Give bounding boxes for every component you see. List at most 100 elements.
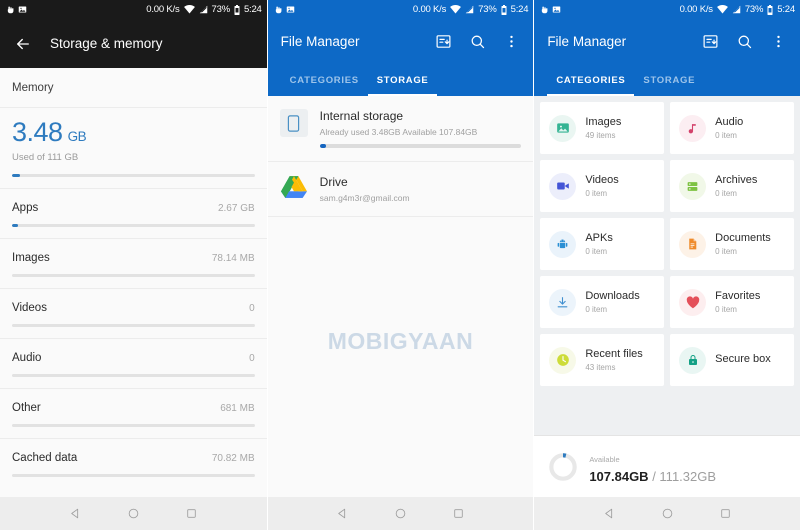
category-card-documents[interactable]: Documents 0 item — [670, 218, 794, 270]
storage-row-label: Videos — [12, 302, 47, 314]
category-card-videos[interactable]: Videos 0 item — [540, 160, 665, 212]
touch-icon — [273, 5, 282, 14]
category-label: Downloads — [585, 289, 640, 302]
transfer-icon[interactable] — [702, 33, 719, 50]
panel1-app-bar: Storage & memory — [0, 19, 267, 68]
category-card-images[interactable]: Images 49 items — [540, 102, 665, 154]
tab-storage[interactable]: STORAGE — [634, 64, 704, 96]
available-separator: / — [648, 469, 660, 484]
storage-row-value: 0 — [249, 353, 255, 364]
storage-row-label: Audio — [12, 352, 42, 364]
category-label: Secure box — [715, 353, 771, 366]
back-triangle-icon[interactable] — [603, 507, 616, 520]
category-count: 43 items — [585, 363, 616, 373]
home-circle-icon[interactable] — [127, 507, 140, 520]
memory-summary: 3.48 GB Used of 111 GB — [0, 108, 267, 188]
google-drive-icon-wrap — [280, 175, 308, 203]
phone-storage-icon — [279, 109, 308, 137]
wifi-icon — [183, 5, 195, 14]
clock: 5:24 — [510, 4, 529, 15]
clock: 5:24 — [243, 4, 262, 15]
storage-row-top: Audio 0 — [12, 352, 255, 364]
category-card-secure-box[interactable]: Secure box — [670, 334, 794, 386]
storage-category-row[interactable]: Apps 2.67 GB — [0, 188, 267, 238]
memory-used-unit: GB — [67, 129, 87, 144]
search-icon[interactable] — [736, 33, 753, 50]
storage-row-progress — [12, 274, 255, 277]
storage-device-row[interactable]: Drive sam.g4m3r@gmail.com — [267, 162, 534, 217]
storage-row-progress-fill — [12, 224, 18, 227]
download-icon — [549, 288, 577, 316]
overflow-menu-icon[interactable] — [770, 33, 787, 50]
panel3-content: Images 49 items Audio 0 item Videos 0 item Arc… — [534, 96, 800, 530]
tab-categories[interactable]: CATEGORIES — [547, 64, 635, 96]
back-arrow-icon[interactable] — [14, 35, 32, 53]
available-label: Available — [589, 455, 620, 464]
panel-file-manager-categories: 0.00 K/s 73% 5:24 File Manager CATEGORIE… — [533, 0, 800, 530]
panel3-app-bar: File Manager — [534, 19, 800, 64]
storage-category-row[interactable]: Cached data 70.82 MB — [0, 438, 267, 488]
touch-icon — [539, 5, 548, 14]
category-card-downloads[interactable]: Downloads 0 item — [540, 276, 665, 328]
status-bar-right: 0.00 K/s 73% 5:24 — [413, 4, 529, 15]
memory-section-header: Memory — [0, 68, 267, 108]
recents-square-icon[interactable] — [452, 507, 465, 520]
recents-square-icon[interactable] — [719, 507, 732, 520]
screenshot-triptych: 0.00 K/s 73% 5:24 Storage & memory Memor… — [0, 0, 800, 530]
home-circle-icon[interactable] — [394, 507, 407, 520]
image-icon — [286, 5, 295, 14]
overflow-menu-icon[interactable] — [503, 33, 520, 50]
battery-icon — [501, 4, 507, 15]
storage-device-subtitle: sam.g4m3r@gmail.com — [319, 193, 410, 203]
storage-availability-footer: Available 107.84GB / 111.32GB — [534, 435, 800, 497]
storage-device-body: Internal storage Already used 3.48GB Avai… — [319, 109, 522, 148]
watermark-o: O — [347, 328, 366, 354]
app-title: File Manager — [547, 34, 627, 49]
category-card-text: Favorites 0 item — [715, 290, 760, 315]
storage-device-row[interactable]: Internal storage Already used 3.48GB Avai… — [267, 96, 534, 162]
storage-device-title: Internal storage — [319, 109, 404, 123]
storage-row-top: Videos 0 — [12, 302, 255, 314]
storage-category-row[interactable]: Audio 0 — [0, 338, 267, 388]
storage-category-row[interactable]: Images 78.14 MB — [0, 238, 267, 288]
category-card-audio[interactable]: Audio 0 item — [670, 102, 794, 154]
storage-device-progress — [319, 144, 522, 148]
tab-categories[interactable]: CATEGORIES — [281, 64, 368, 96]
storage-row-top: Cached data 70.82 MB — [12, 452, 255, 464]
tab-storage[interactable]: STORAGE — [367, 64, 438, 96]
storage-row-label: Images — [12, 252, 50, 264]
status-bar-left — [539, 5, 561, 14]
panel2-tab-bar: CATEGORIES STORAGE — [267, 64, 534, 96]
category-card-text: Documents 0 item — [715, 232, 771, 257]
category-card-text: Secure box — [715, 353, 771, 367]
memory-used-subtitle: Used of 111 GB — [12, 152, 79, 163]
category-label: Images — [585, 115, 622, 128]
recents-square-icon[interactable] — [185, 507, 198, 520]
storage-row-progress — [12, 474, 255, 477]
storage-row-progress — [12, 324, 255, 327]
category-label: Favorites — [715, 289, 761, 302]
panel1-navigation-bar — [0, 497, 267, 530]
category-label: APKs — [585, 231, 613, 244]
category-card-text: Videos 0 item — [585, 174, 618, 199]
available-total: 111.32GB — [659, 469, 717, 484]
category-card-archives[interactable]: Archives 0 item — [670, 160, 794, 212]
storage-row-label: Cached data — [12, 452, 78, 464]
storage-category-row[interactable]: Videos 0 — [0, 288, 267, 338]
back-triangle-icon[interactable] — [336, 507, 349, 520]
watermark-post: BIGYAAN — [365, 328, 474, 354]
category-card-text: Audio 0 item — [715, 116, 743, 141]
back-triangle-icon[interactable] — [69, 507, 82, 520]
category-card-text: Images 49 items — [585, 116, 621, 141]
category-card-favorites[interactable]: Favorites 0 item — [670, 276, 794, 328]
storage-category-row[interactable]: Other 681 MB — [0, 388, 267, 438]
storage-device-list: Internal storage Already used 3.48GB Avai… — [267, 96, 534, 217]
category-card-recent-files[interactable]: Recent files 43 items — [540, 334, 665, 386]
storage-category-list: Apps 2.67 GB Images 78.14 MB Videos 0 Audio 0 Ot… — [0, 188, 267, 488]
image-icon — [18, 5, 27, 14]
search-icon[interactable] — [469, 33, 486, 50]
memory-total-progress — [12, 174, 255, 177]
transfer-icon[interactable] — [435, 33, 452, 50]
home-circle-icon[interactable] — [661, 507, 674, 520]
category-card-apks[interactable]: APKs 0 item — [540, 218, 665, 270]
